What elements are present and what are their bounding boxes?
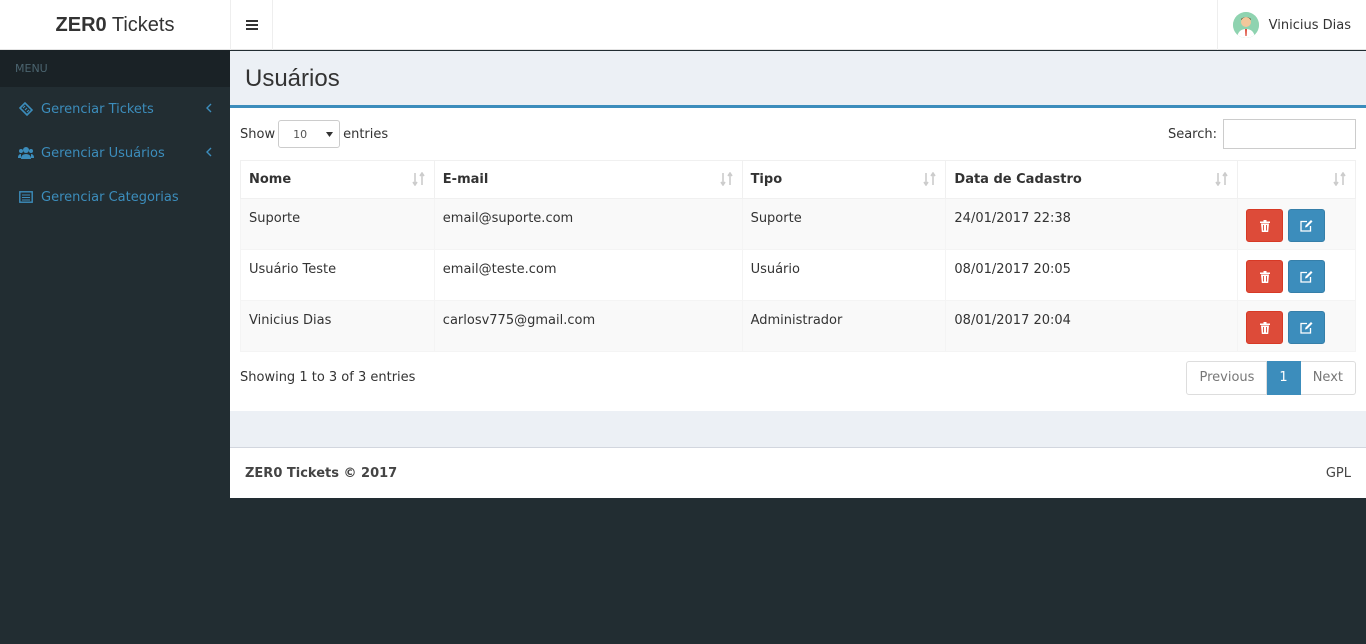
top-header: ZER0 Tickets Vinicius Dias [0, 0, 1366, 50]
footer-license: GPL [1325, 466, 1351, 481]
sidebar-item-categorias[interactable]: Gerenciar Categorias [0, 175, 230, 219]
footer-copyright: ZER0 Tickets © 2017 [245, 466, 398, 481]
cell-email: email@teste.com [433, 249, 743, 301]
column-header-email[interactable]: E-mail [433, 160, 743, 199]
search-control: Search: [1168, 119, 1356, 149]
cell-data: 08/01/2017 20:05 [945, 249, 1239, 301]
column-header-label: Tipo [750, 172, 783, 187]
sort-icon [1333, 171, 1347, 190]
table-row: Usuário Teste email@teste.com Usuário 08… [240, 249, 1356, 301]
cell-email: carlosv775@gmail.com [433, 300, 743, 352]
user-menu[interactable]: Vinicius Dias [1216, 0, 1366, 50]
sidebar-toggle-button[interactable] [230, 0, 273, 50]
trash-icon [1259, 270, 1270, 283]
cell-actions [1237, 198, 1356, 250]
sidebar-item-label: Gerenciar Tickets [41, 101, 154, 117]
column-header-data[interactable]: Data de Cadastro [945, 160, 1239, 199]
cell-actions [1237, 249, 1356, 301]
next-page-button[interactable]: Next [1300, 361, 1356, 395]
column-header-actions[interactable] [1237, 160, 1356, 199]
sidebar-item-usuarios[interactable]: Gerenciar Usuários [0, 131, 230, 175]
sidebar-item-tickets[interactable]: Gerenciar Tickets [0, 87, 230, 131]
sidebar: MENU Gerenciar Tickets Gerenciar Usuário… [0, 50, 230, 644]
column-header-label: Data de Cadastro [954, 172, 1082, 187]
edit-icon [1300, 219, 1313, 232]
edit-icon [1300, 270, 1313, 283]
edit-icon [1300, 321, 1313, 334]
delete-button[interactable] [1246, 260, 1284, 293]
entries-label: entries [343, 126, 389, 142]
page-size-value: 10 [293, 127, 308, 141]
cell-nome: Usuário Teste [240, 249, 435, 301]
page-1-button[interactable]: 1 [1267, 361, 1301, 395]
content-area: Usuários Show 10 entries Search: Nome E-… [230, 51, 1366, 498]
logo-bold: ZER0 [55, 14, 107, 36]
delete-button[interactable] [1246, 209, 1284, 242]
table-row: Vinicius Dias carlosv775@gmail.com Admin… [240, 300, 1356, 352]
page-size-select[interactable]: 10 [278, 120, 341, 148]
cell-actions [1237, 300, 1356, 352]
cell-data: 08/01/2017 20:04 [945, 300, 1239, 352]
show-entries-control: Show 10 entries [240, 120, 388, 148]
edit-button[interactable] [1288, 260, 1326, 293]
table-info: Showing 1 to 3 of 3 entries [240, 370, 416, 385]
caret-down-icon [326, 131, 334, 137]
cell-nome: Vinicius Dias [240, 300, 435, 352]
sort-icon [1215, 171, 1229, 190]
trash-icon [1259, 321, 1270, 334]
sidebar-item-label: Gerenciar Usuários [41, 145, 165, 161]
avatar [1232, 12, 1259, 38]
sidebar-item-label: Gerenciar Categorias [41, 189, 179, 205]
trash-icon [1259, 219, 1270, 232]
pagination: Previous 1 Next [1186, 361, 1356, 395]
search-input[interactable] [1223, 119, 1356, 149]
users-table: Nome E-mail Tipo Data de Cadastro Suport… [240, 160, 1356, 352]
cell-tipo: Suporte [741, 198, 947, 250]
cell-nome: Suporte [240, 198, 435, 250]
column-header-label: E-mail [442, 172, 489, 187]
table-row: Suporte email@suporte.com Suporte 24/01/… [240, 198, 1356, 250]
cell-tipo: Usuário [741, 249, 947, 301]
search-label: Search: [1167, 126, 1217, 142]
list-icon [18, 189, 34, 205]
page-title: Usuários [245, 65, 340, 92]
sort-icon [923, 171, 937, 190]
sidebar-menu-header: MENU [0, 50, 230, 87]
footer: ZER0 Tickets © 2017 GPL [230, 447, 1366, 498]
column-header-nome[interactable]: Nome [240, 160, 435, 199]
users-icon [18, 145, 34, 161]
chevron-left-icon [206, 102, 212, 117]
cell-email: email@suporte.com [433, 198, 743, 250]
sort-icon [719, 171, 734, 190]
edit-button[interactable] [1288, 311, 1326, 344]
edit-button[interactable] [1288, 209, 1326, 242]
sort-icon [412, 171, 426, 190]
users-box: Show 10 entries Search: Nome E-mail Tipo… [230, 105, 1366, 411]
cell-tipo: Administrador [741, 300, 947, 352]
chevron-left-icon [206, 146, 212, 161]
hamburger-icon [245, 20, 258, 30]
user-avatar-icon [1232, 12, 1259, 38]
app-logo[interactable]: ZER0 Tickets [0, 0, 230, 50]
column-header-label: Nome [249, 172, 292, 187]
column-header-tipo[interactable]: Tipo [741, 160, 947, 199]
previous-page-button[interactable]: Previous [1186, 361, 1268, 395]
logo-rest: Tickets [106, 14, 175, 36]
show-label: Show [240, 126, 276, 142]
ticket-icon [18, 101, 34, 117]
table-header-row: Nome E-mail Tipo Data de Cadastro [240, 160, 1356, 199]
cell-data: 24/01/2017 22:38 [945, 198, 1239, 250]
delete-button[interactable] [1246, 311, 1284, 344]
user-name: Vinicius Dias [1268, 17, 1351, 33]
